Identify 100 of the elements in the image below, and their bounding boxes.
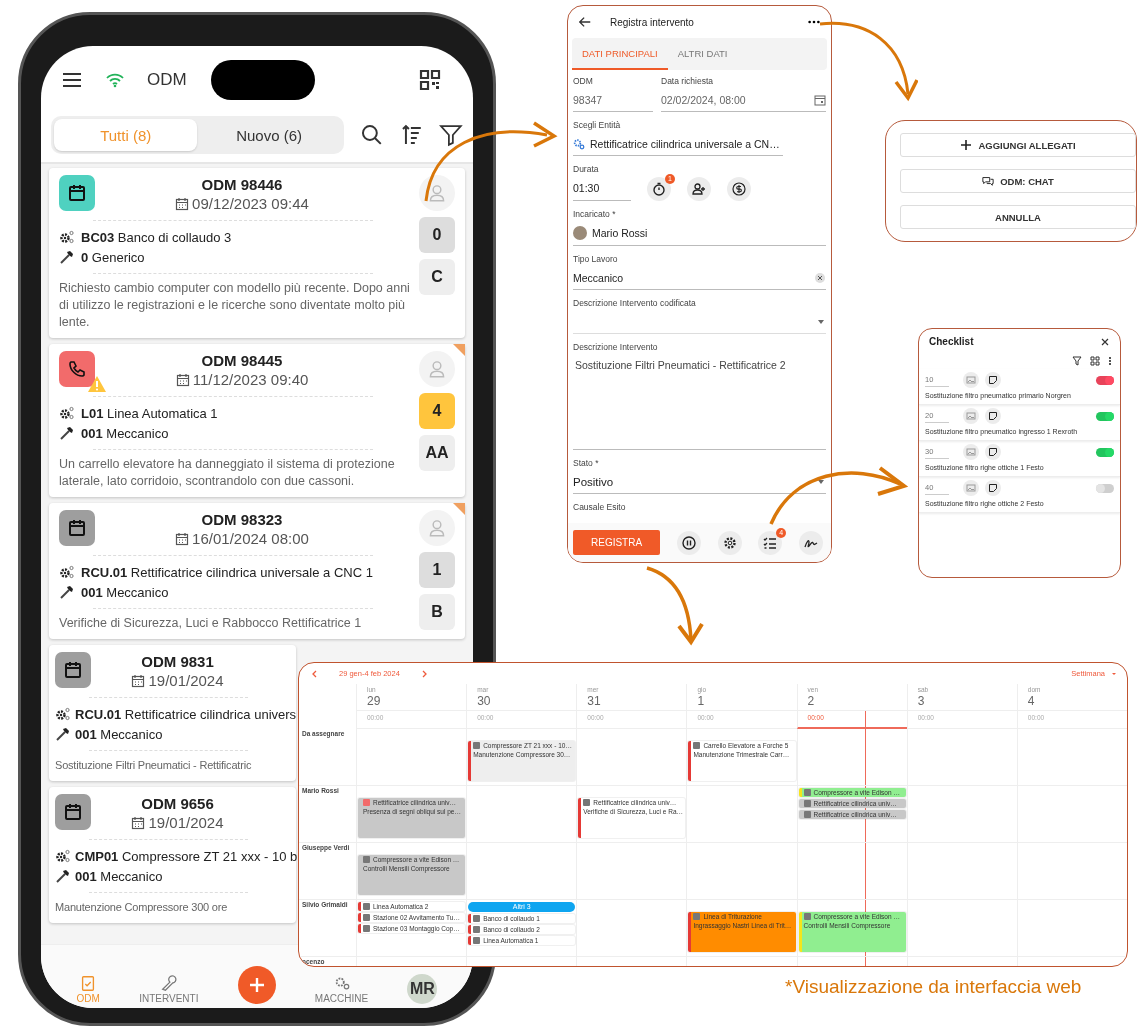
chevron-left-icon[interactable] — [311, 669, 319, 678]
order-description: Manutenzione Compressore 300 ore — [55, 900, 229, 915]
field-label: Descrizione Intervento codificata — [573, 298, 697, 308]
calendar-cell[interactable] — [1016, 843, 1127, 900]
calendar-cell[interactable] — [1016, 786, 1127, 843]
image-icon — [966, 447, 976, 457]
calendar-cell[interactable] — [1016, 729, 1127, 786]
work-type-field[interactable]: Meccanico — [573, 267, 826, 290]
note-button[interactable] — [985, 480, 1001, 496]
calendar-cell[interactable] — [906, 729, 1017, 786]
menu-button[interactable]: AGGIUNGI ALLEGATI — [900, 133, 1136, 157]
field-label: Tipo Lavoro — [573, 254, 619, 264]
field-label: Causale Esito — [573, 502, 627, 512]
menu-button[interactable]: ANNULLA — [900, 205, 1136, 229]
calendar-icon — [175, 532, 190, 546]
photo-button[interactable] — [963, 408, 979, 424]
pause-button[interactable] — [676, 530, 701, 555]
order-card[interactable]: ODM 98445 11/12/2023 09:40 L01 Linea Automatica 1 001 Meccanico Un carrello elevatore ha danneggiato il sistema di protezione laterale, lato corridoio, scontrandolo con due cassoni. 4 AA — [49, 344, 465, 497]
calendar-cell[interactable] — [356, 729, 467, 786]
back-arrow-icon[interactable] — [578, 15, 592, 29]
filter-icon[interactable] — [1072, 356, 1082, 366]
calendar-icon — [63, 660, 83, 680]
entity-field[interactable]: Rettificatrice cilindrica universale a CN… — [573, 133, 783, 156]
user-avatar[interactable] — [419, 351, 455, 387]
filter-tab[interactable]: Nuovo (6) — [197, 119, 341, 151]
toggle-switch[interactable] — [1096, 447, 1114, 457]
form-tab[interactable]: ALTRI DATI — [667, 38, 738, 70]
sort-icon[interactable] — [399, 123, 424, 147]
toggle-switch[interactable] — [1096, 483, 1114, 493]
calendar-icon — [131, 674, 146, 688]
filter-icon[interactable] — [439, 123, 463, 147]
order-card[interactable] — [49, 168, 465, 338]
status-field[interactable]: Positivo — [573, 471, 826, 494]
order-card[interactable]: ODM 98323 16/01/2024 08:00 RCU.01 Rettificatrice cilindrica universale a CNC 1 001 Meccanico Verifiche di Sicurezza, Luci e Rabbocco Rettificatrice 1 1 B — [49, 503, 465, 639]
add-button[interactable] — [237, 966, 276, 1004]
qr-code-icon[interactable] — [419, 69, 441, 91]
wifi-icon — [105, 72, 125, 88]
form-title: Registra intervento — [610, 16, 694, 28]
qr-code-icon[interactable] — [1090, 356, 1100, 366]
calendar-cell[interactable] — [906, 786, 1017, 843]
machine-label: BC03 Banco di collaudo 3 — [81, 229, 232, 245]
assignee-field[interactable]: Mario Rossi — [573, 222, 826, 246]
event-icon — [583, 799, 591, 806]
user-avatar — [573, 226, 587, 240]
settings-button[interactable] — [717, 530, 742, 555]
photo-button[interactable] — [963, 480, 979, 496]
close-icon[interactable] — [1100, 336, 1110, 347]
calendar-cell[interactable] — [576, 900, 687, 957]
toggle-switch[interactable] — [1096, 375, 1114, 385]
photo-button[interactable] — [963, 444, 979, 460]
event-icon — [803, 913, 811, 920]
user-avatar[interactable] — [419, 175, 455, 211]
nav-tab[interactable]: INTERVENTI — [139, 974, 199, 1004]
dollar-icon — [732, 182, 746, 196]
gears-icon — [59, 405, 75, 421]
toggle-switch[interactable] — [1096, 411, 1114, 421]
nav-tab[interactable]: MACCHINE — [314, 974, 369, 1004]
menu-button[interactable]: ODM: CHAT — [900, 169, 1136, 193]
stopwatch-icon — [652, 182, 666, 196]
plus-icon — [960, 139, 973, 151]
user-avatar[interactable]: MR — [407, 974, 438, 1004]
note-button[interactable] — [985, 408, 1001, 424]
phone-icon — [67, 359, 87, 379]
day-number: 4 — [1027, 694, 1036, 708]
order-date: 19/01/2024 — [148, 671, 224, 691]
calendar-cell[interactable] — [466, 843, 577, 900]
day-number: 29 — [367, 694, 382, 708]
order-number: ODM 9831 — [141, 652, 214, 671]
count-badge: 4 — [419, 393, 455, 429]
count-badge: 1 — [419, 552, 455, 588]
user-avatar[interactable] — [419, 510, 455, 546]
add-user-button[interactable] — [687, 177, 711, 201]
add-user-icon — [692, 182, 706, 196]
clear-icon[interactable] — [814, 271, 826, 284]
calendar-cell[interactable] — [466, 786, 577, 843]
calendar-cell[interactable] — [1016, 900, 1127, 957]
order-card[interactable]: ODM 9831 19/01/2024 RCU.01 Rettificatrice cilindrica univers 001 Meccanico Sostituzione Filtri Pneumatici - Rettificatric — [49, 645, 296, 781]
event-icon — [363, 856, 370, 863]
calendar-cell[interactable] — [576, 729, 687, 786]
gears-icon — [59, 564, 75, 580]
calendar-icon — [814, 93, 826, 106]
calendar-cell[interactable] — [906, 900, 1017, 957]
more-icon[interactable] — [1108, 356, 1112, 366]
machine-label: L01 Linea Automatica 1 — [81, 405, 218, 421]
event-icon — [693, 913, 701, 920]
cost-button[interactable] — [727, 177, 751, 201]
search-icon[interactable] — [359, 123, 384, 147]
description-field[interactable]: Sostituzione Filtri Pneumatici - Rettificatrice 2 — [573, 355, 826, 450]
note-button[interactable] — [985, 444, 1001, 460]
caption-text: *Visualizzazione da interfaccia web — [785, 976, 1082, 998]
photo-button[interactable] — [963, 372, 979, 388]
signature-button[interactable] — [799, 530, 823, 555]
order-card[interactable]: ODM 9656 19/01/2024 CMP01 Compressore ZT 21 xxx - 10 b 001 Meccanico Manutenzione Compressore 300 ore — [49, 787, 296, 923]
work-type-label: 0 Generico — [81, 249, 145, 265]
duration-field[interactable]: 01:30 — [573, 177, 631, 201]
note-button[interactable] — [985, 372, 1001, 388]
order-date: 09/12/2023 09:44 — [192, 194, 309, 214]
work-type-label: 001 Meccanico — [81, 584, 169, 600]
date-field[interactable]: 02/02/2024, 08:00 — [661, 89, 826, 112]
odm-field[interactable]: 98347 — [573, 89, 653, 112]
